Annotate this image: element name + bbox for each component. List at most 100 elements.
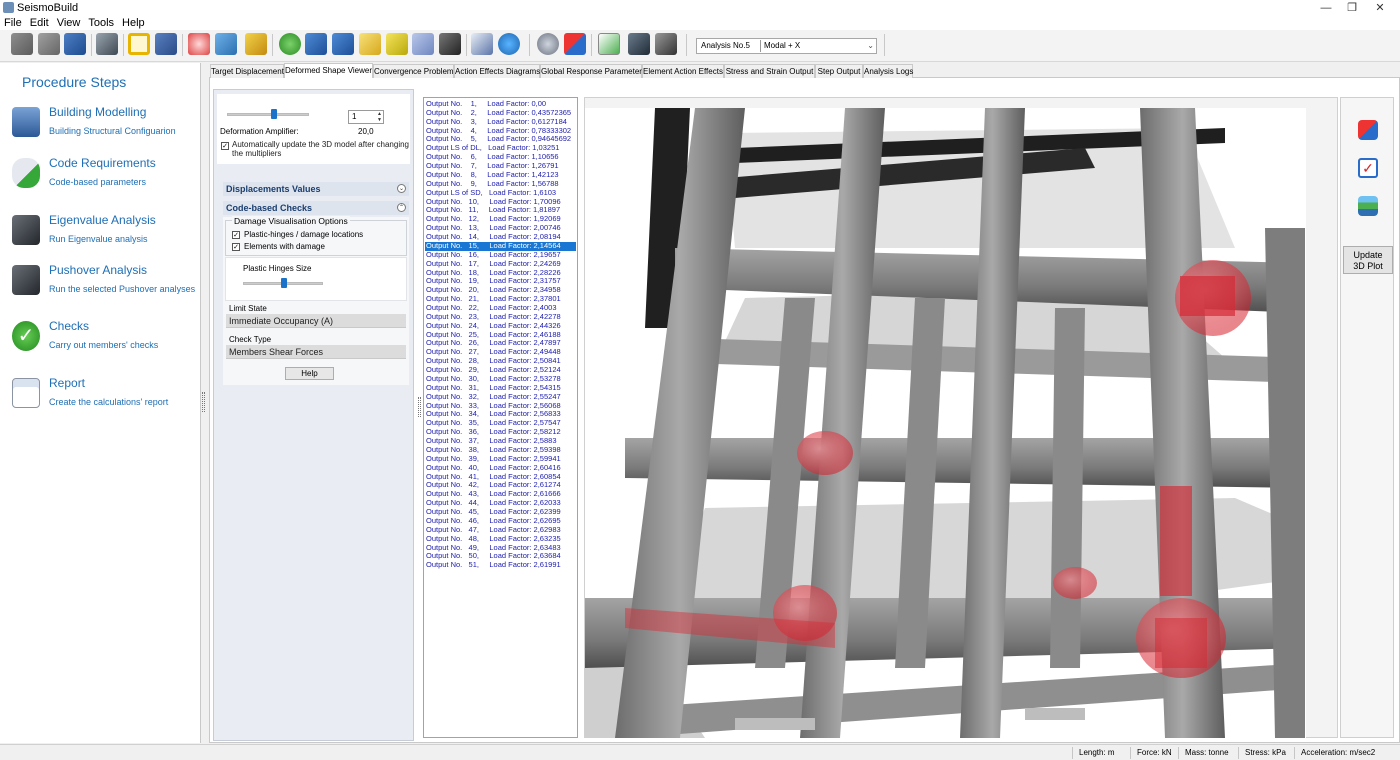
book-icon[interactable] — [305, 33, 327, 55]
step-desc[interactable]: Carry out members' checks — [49, 339, 199, 351]
toolbar-separator — [686, 34, 687, 56]
tab-convergence-problems[interactable]: Convergence Problems — [373, 64, 458, 78]
gear-icon[interactable] — [537, 33, 559, 55]
step-desc[interactable]: Create the calculations' report — [49, 396, 199, 408]
toolbar-separator — [466, 34, 467, 56]
output-list-item[interactable]: Output No. 51, Load Factor: 2,61991 — [425, 560, 576, 570]
manual-icon[interactable] — [332, 33, 354, 55]
auto-update-checkbox[interactable]: ✓ — [221, 142, 229, 150]
step-desc[interactable]: Building Structural Configuarion — [49, 125, 199, 137]
menu-file[interactable]: File — [0, 16, 26, 30]
building-icon — [12, 107, 40, 137]
menu-bar: File Edit View Tools Help — [0, 16, 1400, 30]
sections-icon[interactable] — [155, 33, 177, 55]
damaged-element — [1160, 486, 1192, 596]
tab-action-effects-diagrams[interactable]: Action Effects Diagrams — [454, 64, 540, 78]
amplifier-value: 20,0 — [358, 127, 374, 136]
film-icon[interactable] — [655, 33, 677, 55]
close-icon[interactable]: ✕ — [1360, 0, 1400, 16]
globe-icon[interactable] — [498, 33, 520, 55]
toolbar-separator — [529, 34, 530, 56]
amplifier-spinner[interactable]: 1 ▲ ▼ — [348, 110, 384, 124]
shapes-icon[interactable] — [564, 33, 586, 55]
step-label[interactable]: Pushover Analysis — [49, 263, 147, 277]
column — [1265, 228, 1305, 738]
limit-state-select[interactable]: Immediate Occupancy (A) — [226, 314, 406, 328]
procedure-panel: Procedure Steps Building Modelling Build… — [0, 63, 201, 743]
new-icon[interactable] — [11, 33, 33, 55]
step-report[interactable]: Report Create the calculations' report — [0, 376, 201, 424]
checks-header[interactable]: Code-based Checks ⌃ — [223, 201, 409, 215]
menu-help[interactable]: Help — [118, 16, 149, 30]
tab-global-response-parameters[interactable]: Global Response Parameters — [540, 64, 646, 78]
splitter-handle[interactable] — [418, 397, 421, 417]
import-icon[interactable] — [628, 33, 650, 55]
save-icon[interactable] — [64, 33, 86, 55]
tab-target-displacement[interactable]: Target Displacement — [210, 64, 284, 78]
plastic-hinges-checkbox[interactable]: ✓ — [232, 231, 240, 239]
amplifier-slider-thumb[interactable] — [271, 109, 277, 119]
menu-tools[interactable]: Tools — [84, 16, 118, 30]
status-force: Force: kN — [1130, 747, 1172, 759]
step-label[interactable]: Eigenvalue Analysis — [49, 213, 156, 227]
step-label[interactable]: Report — [49, 376, 85, 390]
analysis-name: Analysis No.5 — [701, 41, 750, 50]
analysis-select[interactable]: Analysis No.5 Modal + X ⌄ — [696, 38, 877, 54]
help-icon[interactable] — [279, 33, 301, 55]
shapes-icon[interactable] — [1358, 120, 1378, 140]
step-eigenvalue-analysis[interactable]: Eigenvalue Analysis Run Eigenvalue analy… — [0, 213, 201, 261]
loads-icon[interactable] — [188, 33, 210, 55]
step-code-requirements[interactable]: Code Requirements Code-based parameters — [0, 156, 201, 204]
calculator-icon[interactable] — [215, 33, 237, 55]
displacements-header[interactable]: Displacements Values ⌄ — [223, 182, 409, 196]
toolbar: Analysis No.5 Modal + X ⌄ — [0, 30, 1400, 62]
deformed-shape-viewport[interactable] — [585, 108, 1306, 738]
spinner-arrows-icon[interactable]: ▲ ▼ — [377, 111, 382, 123]
tab-element-action-effects[interactable]: Element Action Effects — [642, 64, 724, 78]
combo-divider — [760, 40, 761, 52]
step-desc[interactable]: Run the selected Pushover analyses — [49, 283, 199, 295]
tab-analysis-logs[interactable]: Analysis Logs — [863, 64, 913, 78]
open-icon[interactable] — [38, 33, 60, 55]
elements-damage-label: Elements with damage — [244, 242, 325, 251]
help-button[interactable]: Help — [285, 367, 334, 380]
checklist-icon[interactable]: ✓ — [1358, 158, 1378, 178]
edit-icon[interactable] — [471, 33, 493, 55]
step-label[interactable]: Checks — [49, 319, 89, 333]
step-label[interactable]: Building Modelling — [49, 105, 146, 119]
menu-edit[interactable]: Edit — [26, 16, 53, 30]
step-pushover-analysis[interactable]: Pushover Analysis Run the selected Pusho… — [0, 263, 201, 311]
notes-icon[interactable] — [386, 33, 408, 55]
check-type-select[interactable]: Members Shear Forces — [226, 345, 406, 359]
folder-icon[interactable] — [359, 33, 381, 55]
displacements-title: Displacements Values — [226, 184, 321, 194]
output-list[interactable]: Output No. 1, Load Factor: 0,00 Output No… — [423, 97, 578, 738]
menu-view[interactable]: View — [53, 16, 85, 30]
collapse-icon[interactable]: ⌃ — [397, 203, 406, 212]
frame-icon[interactable] — [128, 33, 150, 55]
status-bar: Length: m Force: kN Mass: tonne Stress: … — [0, 744, 1400, 760]
layers-icon[interactable] — [1358, 196, 1378, 216]
status-length: Length: m — [1072, 747, 1115, 759]
step-desc[interactable]: Code-based parameters — [49, 176, 199, 188]
tab-deformed-shape-viewer[interactable]: Deformed Shape Viewer — [284, 63, 373, 78]
checkmark-icon: ✓ — [12, 321, 40, 351]
splitter-handle[interactable] — [202, 392, 205, 412]
update-3d-plot-button[interactable]: Update 3D Plot — [1343, 246, 1393, 274]
video-icon[interactable] — [439, 33, 461, 55]
clear-icon[interactable] — [245, 33, 267, 55]
tab-stress-strain-output[interactable]: Stress and Strain Output — [724, 64, 815, 78]
amplifier-slider[interactable] — [227, 113, 309, 116]
amplifier-label: Deformation Amplifier: — [220, 127, 299, 136]
step-desc[interactable]: Run Eigenvalue analysis — [49, 233, 199, 245]
step-building-modelling[interactable]: Building Modelling Building Structural C… — [0, 105, 201, 153]
hinge-size-slider-thumb[interactable] — [281, 278, 287, 288]
checklist-icon[interactable] — [598, 33, 620, 55]
step-label[interactable]: Code Requirements — [49, 156, 156, 170]
tab-step-output[interactable]: Step Output — [815, 64, 863, 78]
elements-damage-checkbox[interactable]: ✓ — [232, 243, 240, 251]
expand-icon[interactable]: ⌄ — [397, 184, 406, 193]
step-checks[interactable]: ✓ Checks Carry out members' checks — [0, 319, 201, 367]
settings-icon[interactable] — [96, 33, 118, 55]
chat-icon[interactable] — [412, 33, 434, 55]
